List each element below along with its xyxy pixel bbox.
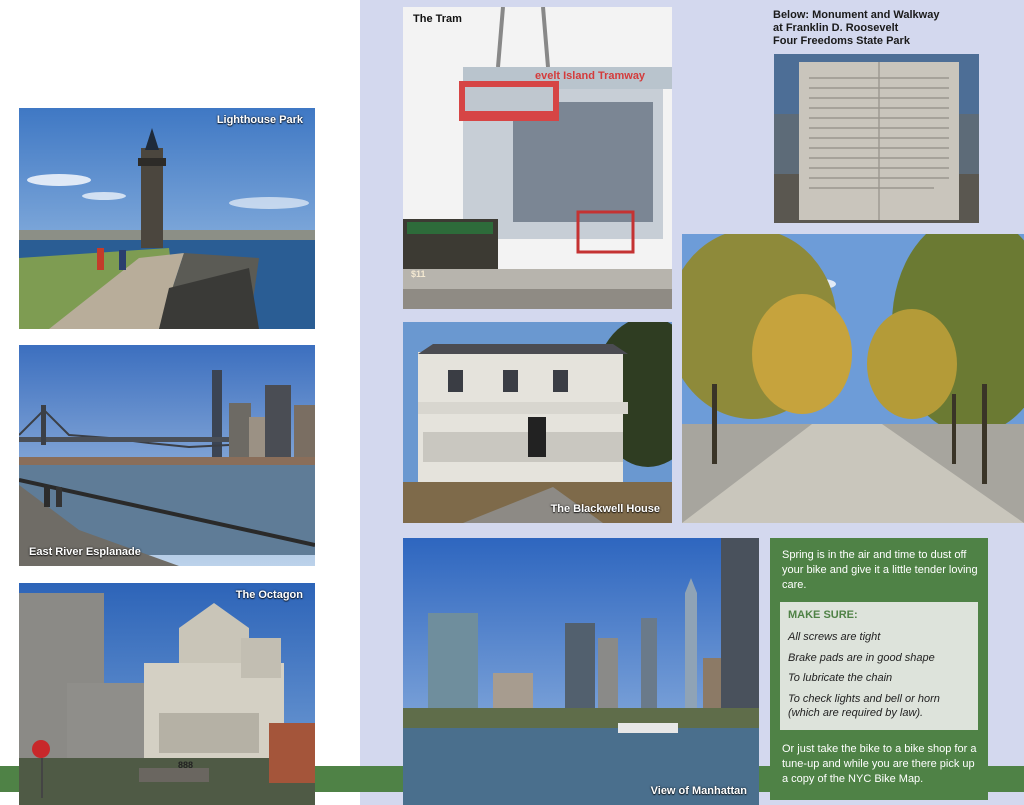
- fdr-caption-line: at Franklin D. Roosevelt: [773, 22, 899, 34]
- octagon-photo: The Octagon 888: [19, 583, 315, 805]
- tram-photo: The Tram evelt Island Tramway $11: [403, 7, 672, 309]
- list-item: Brake pads are in good shape: [788, 651, 935, 664]
- east-river-esplanade-photo: East River Esplanade: [19, 345, 315, 566]
- tram-caption: The Tram: [413, 13, 462, 25]
- list-item: All screws are tight: [788, 631, 881, 643]
- fdr-caption-line: Below: Monument and Walkway: [773, 9, 940, 21]
- bike-tips-box: Spring is in the air and time to dust of…: [770, 538, 988, 800]
- east-river-esplanade-caption: East River Esplanade: [29, 546, 141, 558]
- view-of-manhattan-photo: View of Manhattan: [403, 538, 759, 805]
- tram-station-sign: evelt Island Tramway: [535, 70, 646, 82]
- tree-walkway-photo: [682, 234, 1024, 523]
- fdr-monument-photo: [774, 54, 979, 223]
- view-of-manhattan-caption: View of Manhattan: [650, 785, 747, 797]
- lighthouse-park-photo: Lighthouse Park: [19, 108, 315, 329]
- fdr-caption: Below: Monument and Walkway at Franklin …: [773, 9, 1013, 48]
- blackwell-house-photo: The Blackwell House: [403, 322, 672, 523]
- make-sure-box: MAKE SURE: All screws are tight Brake pa…: [780, 602, 978, 730]
- make-sure-list: All screws are tight Brake pads are in g…: [788, 630, 974, 727]
- list-item: To check lights and bell or horn (which …: [788, 692, 940, 720]
- make-sure-title: MAKE SURE:: [788, 609, 858, 621]
- bike-tips-outro: Or just take the bike to a bike shop for…: [782, 743, 977, 785]
- octagon-caption: The Octagon: [235, 589, 303, 601]
- fdr-caption-line: Four Freedoms State Park: [773, 35, 910, 47]
- octagon-door-number: 888: [178, 760, 194, 770]
- tram-cart-price: $11: [411, 269, 426, 279]
- lighthouse-park-caption: Lighthouse Park: [216, 114, 303, 126]
- blackwell-house-caption: The Blackwell House: [550, 503, 660, 515]
- bike-tips-intro: Spring is in the air and time to dust of…: [782, 549, 978, 591]
- list-item: To lubricate the chain: [788, 672, 893, 684]
